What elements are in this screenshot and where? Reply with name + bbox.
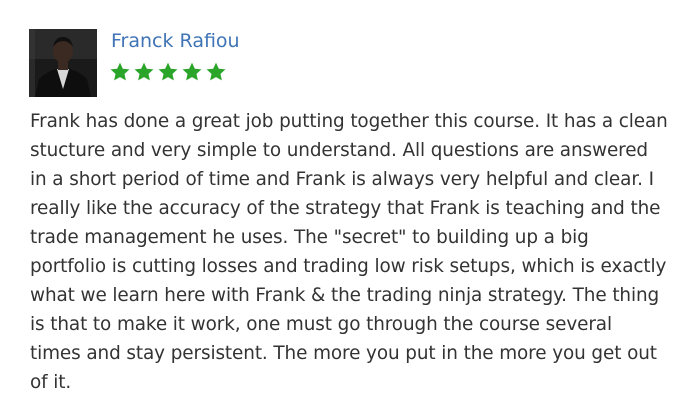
avatar bbox=[29, 29, 97, 97]
star-icon bbox=[134, 62, 154, 81]
avatar-photo bbox=[29, 29, 97, 97]
star-icon bbox=[158, 62, 178, 81]
review-text: Frank has done a great job putting toget… bbox=[30, 111, 668, 393]
star-icon bbox=[206, 62, 226, 81]
star-rating bbox=[109, 61, 227, 85]
star-icon bbox=[110, 62, 130, 81]
reviewer-name-link[interactable]: Franck Rafiou bbox=[111, 29, 240, 53]
review-card: Franck Rafiou Frank has done a great job… bbox=[0, 0, 675, 411]
star-icon bbox=[182, 62, 202, 81]
